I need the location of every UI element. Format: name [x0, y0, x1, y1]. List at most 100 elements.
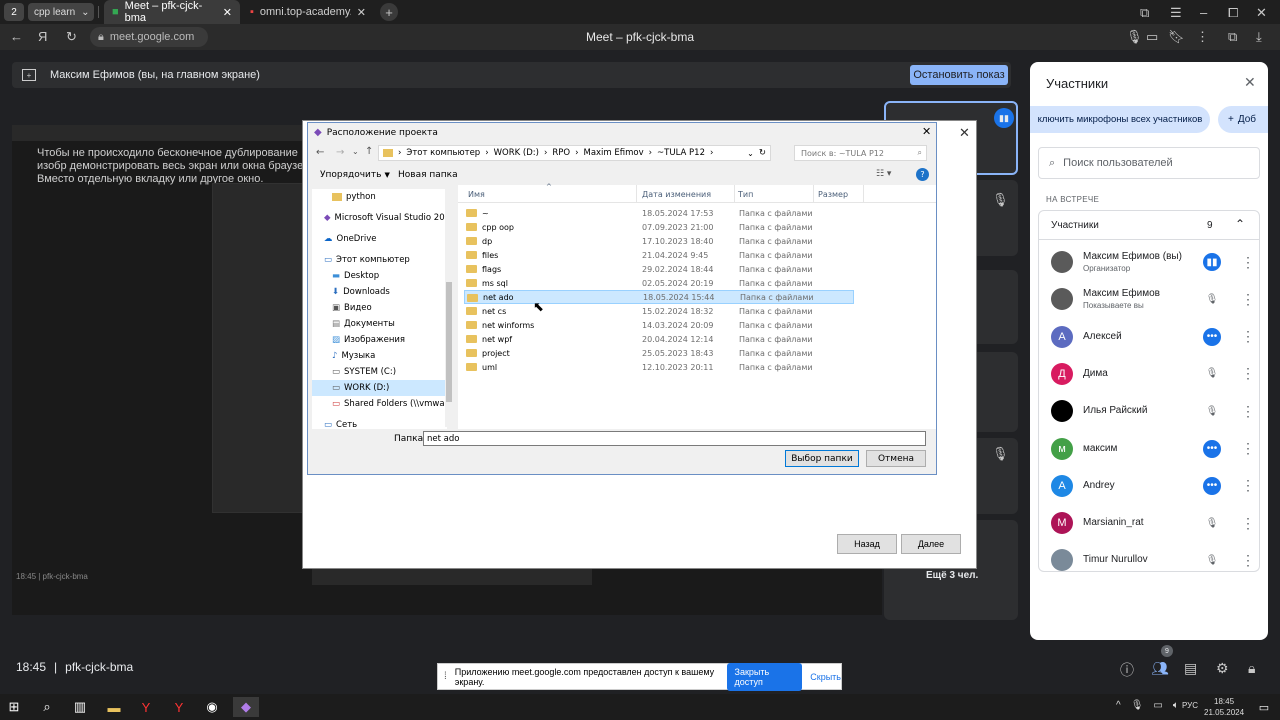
close-tab-icon[interactable]: ✕ — [357, 6, 366, 19]
nav-item-music[interactable]: ♪ Музыка — [332, 348, 375, 364]
more-options-icon[interactable]: ⋮ — [1241, 291, 1255, 308]
file-row[interactable]: net wpf 20.04.2024 12:14 Папка с файлами — [464, 332, 854, 346]
file-row[interactable]: net ado 18.05.2024 15:44 Папка с файлами — [464, 290, 854, 304]
breadcrumb[interactable]: › Этот компьютер › WORK (D:) › RPO › Max… — [378, 145, 771, 161]
tab-meet[interactable]: ■ Meet – pfk-cjck-bma ✕ — [104, 0, 240, 24]
next-button[interactable]: Далее — [901, 534, 961, 554]
participant-row[interactable]: Д Дима 🎙︎ ⋮ — [1039, 356, 1261, 392]
organize-button[interactable]: Упорядочить ▼ — [320, 170, 390, 180]
nav-item-python[interactable]: python — [332, 189, 376, 205]
nav-item-video[interactable]: ▣ Видео — [332, 300, 372, 316]
back-arrow-icon[interactable]: ← — [316, 147, 324, 158]
close-tab-icon[interactable]: ✕ — [223, 6, 232, 19]
participant-search-input[interactable]: ⌕ Поиск пользователей — [1038, 147, 1260, 179]
volume-icon[interactable]: 🔈︎ — [1173, 700, 1179, 711]
mic-off-icon[interactable]: 🎙︎ — [1203, 514, 1221, 532]
more-horiz-icon[interactable]: ••• — [1203, 439, 1221, 458]
mic-off-icon[interactable]: 🎙︎ — [1203, 290, 1221, 308]
clock[interactable]: 18:45 21.05.2024 — [1204, 696, 1244, 718]
chat-icon[interactable]: ▤ — [1184, 660, 1197, 677]
file-row[interactable]: project 25.05.2023 18:43 Папка с файлами — [464, 346, 854, 360]
tray-expand-icon[interactable]: ^ — [1116, 700, 1121, 711]
chevron-down-icon[interactable]: ⌄ — [352, 147, 359, 156]
yandex-browser-icon[interactable]: Y — [136, 697, 156, 717]
drag-handle-icon[interactable]: ⁞ — [444, 671, 447, 682]
reload-icon[interactable]: ↻ — [66, 29, 77, 45]
file-row[interactable]: files 21.04.2024 9:45 Папка с файлами — [464, 248, 854, 262]
stop-presenting-button[interactable]: Остановить показ — [910, 65, 1008, 85]
nav-item-desktop[interactable]: ▬ Desktop — [332, 268, 379, 284]
input-language[interactable]: РУС — [1182, 701, 1198, 710]
nav-item-downloads[interactable]: ⬇ Downloads — [332, 284, 390, 300]
file-row[interactable]: net winforms 14.03.2024 20:09 Папка с файл… — [464, 318, 854, 332]
participant-row[interactable]: Илья Райский 🎙︎ ⋮ — [1039, 393, 1261, 429]
more-horiz-icon[interactable]: ••• — [1203, 476, 1221, 495]
mic-tray-icon[interactable]: 🎙︎ — [1131, 700, 1144, 711]
menu-icon[interactable]: ☰ — [1170, 5, 1182, 21]
minimize-icon[interactable]: – — [1200, 5, 1207, 20]
forward-arrow-icon[interactable]: → — [336, 147, 344, 158]
nav-item-vs[interactable]: ◆ Microsoft Visual Studio 2022 — [324, 210, 447, 226]
participant-row[interactable]: A Andrey ••• ⋮ — [1039, 468, 1261, 504]
participant-row[interactable]: Максим Ефимов Показываете вы 🎙︎ ⋮ — [1039, 281, 1261, 317]
scrollbar-thumb[interactable] — [446, 282, 452, 402]
host-controls-icon[interactable]: 🔒︎ — [1248, 660, 1255, 677]
bookmarks-icon[interactable]: ⧉ — [1140, 5, 1149, 21]
yandex-icon[interactable]: Я — [38, 29, 47, 44]
task-view-icon[interactable]: ▥ — [70, 697, 90, 717]
more-options-icon[interactable]: ⋮ — [1241, 515, 1255, 532]
nav-item-network[interactable]: ▭ Сеть — [324, 417, 357, 429]
breadcrumb-item[interactable]: ~TULA P12 — [657, 148, 705, 158]
mute-all-button[interactable]: ключить микрофоны всех участников — [1030, 106, 1210, 133]
more-options-icon[interactable]: ⋮ — [1241, 403, 1255, 420]
mic-off-icon[interactable]: 🎙︎ — [1203, 402, 1221, 420]
nav-item-onedrive[interactable]: ☁ OneDrive — [324, 231, 376, 247]
up-arrow-icon[interactable]: ↑ — [365, 146, 373, 157]
mic-indicator-icon[interactable]: 🎙︎ — [1126, 29, 1143, 45]
col-size[interactable]: Размер — [818, 190, 848, 199]
close-icon[interactable]: ✕ — [922, 125, 931, 138]
stop-sharing-button[interactable]: Закрыть доступ — [726, 662, 803, 691]
visual-studio-icon[interactable]: ◆ — [233, 697, 259, 717]
tab-omni[interactable]: ▪ omni.top-academy.ru/#/p ✕ — [242, 0, 374, 24]
search-icon[interactable]: ⌕ — [37, 697, 57, 717]
file-row[interactable]: uml 12.10.2023 20:11 Папка с файлами — [464, 360, 854, 374]
nav-item-work-d[interactable]: ▭ WORK (D:) — [312, 380, 447, 396]
nav-item-shared-folders[interactable]: ▭Shared Folders (\\vmware-h — [332, 396, 447, 412]
url-field[interactable]: 🔒︎ meet.google.com — [90, 27, 208, 47]
close-window-icon[interactable]: ✕ — [1256, 5, 1267, 21]
obs-icon[interactable]: ◉ — [202, 697, 222, 717]
people-icon[interactable]: 👥︎ — [1151, 660, 1169, 677]
bookmark-icon[interactable]: 🔖︎ — [1168, 29, 1185, 45]
new-folder-button[interactable]: Новая папка — [398, 170, 458, 180]
file-row[interactable]: ~18.05.2024 17:53 Папка с файлами — [464, 206, 854, 220]
participant-row[interactable]: м максим ••• ⋮ — [1039, 431, 1261, 467]
folder-input[interactable]: net ado — [423, 431, 926, 446]
nav-scrollbar[interactable] — [445, 187, 453, 427]
more-options-icon[interactable]: ⋮ — [1241, 328, 1255, 345]
maximize-icon[interactable]: ⧠ — [1228, 5, 1238, 21]
chat-icon[interactable]: ▭ — [1146, 29, 1158, 45]
participant-row[interactable]: Максим Ефимов (вы) Организатор ▮▮ ⋮ — [1039, 244, 1261, 280]
nav-item-documents[interactable]: ▤ Документы — [332, 316, 395, 332]
close-panel-icon[interactable]: ✕ — [1244, 74, 1256, 91]
tab-group-count[interactable]: 2 — [4, 3, 24, 21]
participant-row[interactable]: Timur Nurullov 🎙︎ ⋮ — [1039, 542, 1261, 578]
breadcrumb-item[interactable]: Этот компьютер — [406, 148, 480, 158]
more-options-icon[interactable]: ⋮ — [1241, 477, 1255, 494]
col-name[interactable]: Имя — [468, 190, 485, 199]
participant-row[interactable]: M Marsianin_rat 🎙︎ ⋮ — [1039, 505, 1261, 541]
cancel-button[interactable]: Отмена — [866, 450, 926, 467]
mic-off-icon[interactable]: 🎙︎ — [1203, 551, 1221, 569]
extensions-icon[interactable]: ⧉ — [1228, 29, 1237, 45]
select-folder-button[interactable]: Выбор папки — [785, 450, 859, 467]
nav-item-system-c[interactable]: ▭ SYSTEM (C:) — [332, 364, 396, 380]
participant-row[interactable]: А Алексей ••• ⋮ — [1039, 319, 1261, 355]
back-icon[interactable]: ← — [10, 29, 23, 44]
participants-group-header[interactable]: Участники 9 ⌃ — [1038, 210, 1260, 240]
file-row[interactable]: ms sql 02.05.2024 20:19 Папка с файлами — [464, 276, 854, 290]
refresh-icon[interactable]: ↻ — [759, 148, 766, 158]
file-row[interactable]: flags 29.02.2024 18:44 Папка с файлами — [464, 262, 854, 276]
info-icon[interactable]: ⓘ — [1120, 660, 1134, 680]
file-row[interactable]: dp 17.10.2023 18:40 Папка с файлами — [464, 234, 854, 248]
